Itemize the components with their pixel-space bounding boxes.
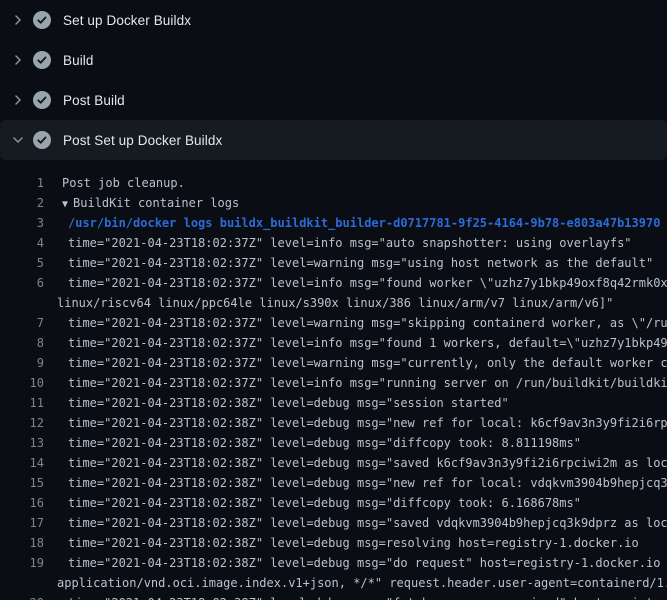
- log-line-text: time="2021-04-23T18:02:37Z" level=info m…: [68, 373, 667, 393]
- log-line-continuation: application/vnd.oci.image.index.v1+json,…: [0, 573, 667, 593]
- log-line-number[interactable]: 10: [0, 373, 44, 393]
- log-line: 6 time="2021-04-23T18:02:37Z" level=info…: [0, 273, 667, 293]
- log-line-number[interactable]: 19: [0, 553, 44, 573]
- log-line-number[interactable]: 4: [0, 233, 44, 253]
- log-line-text: time="2021-04-23T18:02:38Z" level=debug …: [68, 513, 667, 533]
- log-line-text: time="2021-04-23T18:02:37Z" level=warnin…: [68, 353, 667, 373]
- log-line: 12 time="2021-04-23T18:02:38Z" level=deb…: [0, 413, 667, 433]
- log-line-number[interactable]: 12: [0, 413, 44, 433]
- log-line: 14 time="2021-04-23T18:02:38Z" level=deb…: [0, 453, 667, 473]
- log-line-text: time="2021-04-23T18:02:38Z" level=debug …: [68, 393, 509, 413]
- check-circle-icon: [33, 11, 51, 29]
- log-line-text: time="2021-04-23T18:02:38Z" level=debug …: [68, 433, 581, 453]
- log-line-text: time="2021-04-23T18:02:37Z" level=info m…: [68, 233, 632, 253]
- log-line-text: time="2021-04-23T18:02:38Z" level=debug …: [68, 493, 581, 513]
- log-line-number[interactable]: 3: [0, 213, 44, 233]
- chevron-right-icon: [10, 92, 26, 108]
- log-line-text: time="2021-04-23T18:02:37Z" level=warnin…: [68, 313, 667, 333]
- log-line-number[interactable]: 16: [0, 493, 44, 513]
- step-header-post-build[interactable]: Post Build: [0, 80, 667, 120]
- step-label: Set up Docker Buildx: [63, 13, 191, 28]
- log-line-text: time="2021-04-23T18:02:38Z" level=debug …: [68, 533, 639, 553]
- log-line-number[interactable]: 9: [0, 353, 44, 373]
- log-line-number[interactable]: 2: [0, 193, 44, 213]
- log-line: 18 time="2021-04-23T18:02:38Z" level=deb…: [0, 533, 667, 553]
- log-line-number[interactable]: 15: [0, 473, 44, 493]
- step-label: Post Build: [63, 93, 125, 108]
- log-line-text: time="2021-04-23T18:02:38Z" level=debug …: [68, 413, 667, 433]
- log-line-number[interactable]: 11: [0, 393, 44, 413]
- log-line-number[interactable]: 8: [0, 333, 44, 353]
- log-line: 7 time="2021-04-23T18:02:37Z" level=warn…: [0, 313, 667, 333]
- log-line: 2 ▼BuildKit container logs: [0, 193, 667, 213]
- chevron-right-icon: [10, 12, 26, 28]
- log-line-continuation: linux/riscv64 linux/ppc64le linux/s390x …: [0, 293, 667, 313]
- log-line-text: Post job cleanup.: [62, 173, 185, 193]
- step-label: Post Set up Docker Buildx: [63, 133, 222, 148]
- log-line: 8 time="2021-04-23T18:02:37Z" level=info…: [0, 333, 667, 353]
- step-list: Set up Docker Buildx Build P: [0, 0, 667, 160]
- log-line: 9 time="2021-04-23T18:02:37Z" level=warn…: [0, 353, 667, 373]
- step-label: Build: [63, 53, 94, 68]
- step-header-post-set-up-docker-buildx[interactable]: Post Set up Docker Buildx: [0, 120, 667, 160]
- collapse-triangle-icon[interactable]: ▼: [62, 195, 68, 213]
- chevron-right-icon: [10, 52, 26, 68]
- log-line: 10 time="2021-04-23T18:02:37Z" level=inf…: [0, 373, 667, 393]
- log-line-text: time="2021-04-23T18:02:38Z" level=debug …: [68, 453, 667, 473]
- log-line-number[interactable]: 14: [0, 453, 44, 473]
- log-line: 1 Post job cleanup.: [0, 173, 667, 193]
- log-line-text: time="2021-04-23T18:02:37Z" level=info m…: [68, 333, 667, 353]
- step-header-build[interactable]: Build: [0, 40, 667, 80]
- log-line: 15 time="2021-04-23T18:02:38Z" level=deb…: [0, 473, 667, 493]
- log-line: 4 time="2021-04-23T18:02:37Z" level=info…: [0, 233, 667, 253]
- log-line-text: application/vnd.oci.image.index.v1+json,…: [57, 573, 667, 593]
- log-line: 17 time="2021-04-23T18:02:38Z" level=deb…: [0, 513, 667, 533]
- log-line-text: linux/riscv64 linux/ppc64le linux/s390x …: [57, 293, 613, 313]
- log-line: 19 time="2021-04-23T18:02:38Z" level=deb…: [0, 553, 667, 573]
- step-header-set-up-docker-buildx[interactable]: Set up Docker Buildx: [0, 0, 667, 40]
- check-circle-icon: [33, 91, 51, 109]
- log-line-number[interactable]: 1: [0, 173, 44, 193]
- log-line-text: time="2021-04-23T18:02:38Z" level=debug …: [68, 593, 667, 600]
- log-line: 13 time="2021-04-23T18:02:38Z" level=deb…: [0, 433, 667, 453]
- log-line-number[interactable]: 6: [0, 273, 44, 293]
- log-line-text: time="2021-04-23T18:02:38Z" level=debug …: [68, 553, 667, 573]
- log-line-number[interactable]: 20: [0, 593, 44, 600]
- workflow-log-viewer: Set up Docker Buildx Build P: [0, 0, 667, 600]
- log-line: 5 time="2021-04-23T18:02:37Z" level=warn…: [0, 253, 667, 273]
- check-circle-icon: [33, 51, 51, 69]
- chevron-down-icon: [10, 132, 26, 148]
- log-line-number[interactable]: 7: [0, 313, 44, 333]
- log-line-number[interactable]: 18: [0, 533, 44, 553]
- log-line-text: time="2021-04-23T18:02:37Z" level=info m…: [68, 273, 667, 293]
- log-line-number[interactable]: 5: [0, 253, 44, 273]
- log-group-toggle[interactable]: ▼BuildKit container logs: [62, 193, 239, 213]
- log-line-text: time="2021-04-23T18:02:38Z" level=debug …: [68, 473, 667, 493]
- log-line-command: 3 /usr/bin/docker logs buildx_buildkit_b…: [0, 213, 667, 233]
- log-line-text: time="2021-04-23T18:02:37Z" level=warnin…: [68, 253, 653, 273]
- log-line-number[interactable]: 13: [0, 433, 44, 453]
- log-viewer: 1 Post job cleanup. 2 ▼BuildKit containe…: [0, 160, 667, 600]
- log-line-text: /usr/bin/docker logs buildx_buildkit_bui…: [68, 213, 660, 233]
- check-circle-icon: [33, 131, 51, 149]
- log-line: 16 time="2021-04-23T18:02:38Z" level=deb…: [0, 493, 667, 513]
- log-line: 11 time="2021-04-23T18:02:38Z" level=deb…: [0, 393, 667, 413]
- log-line-number[interactable]: 17: [0, 513, 44, 533]
- log-line: 20 time="2021-04-23T18:02:38Z" level=deb…: [0, 593, 667, 600]
